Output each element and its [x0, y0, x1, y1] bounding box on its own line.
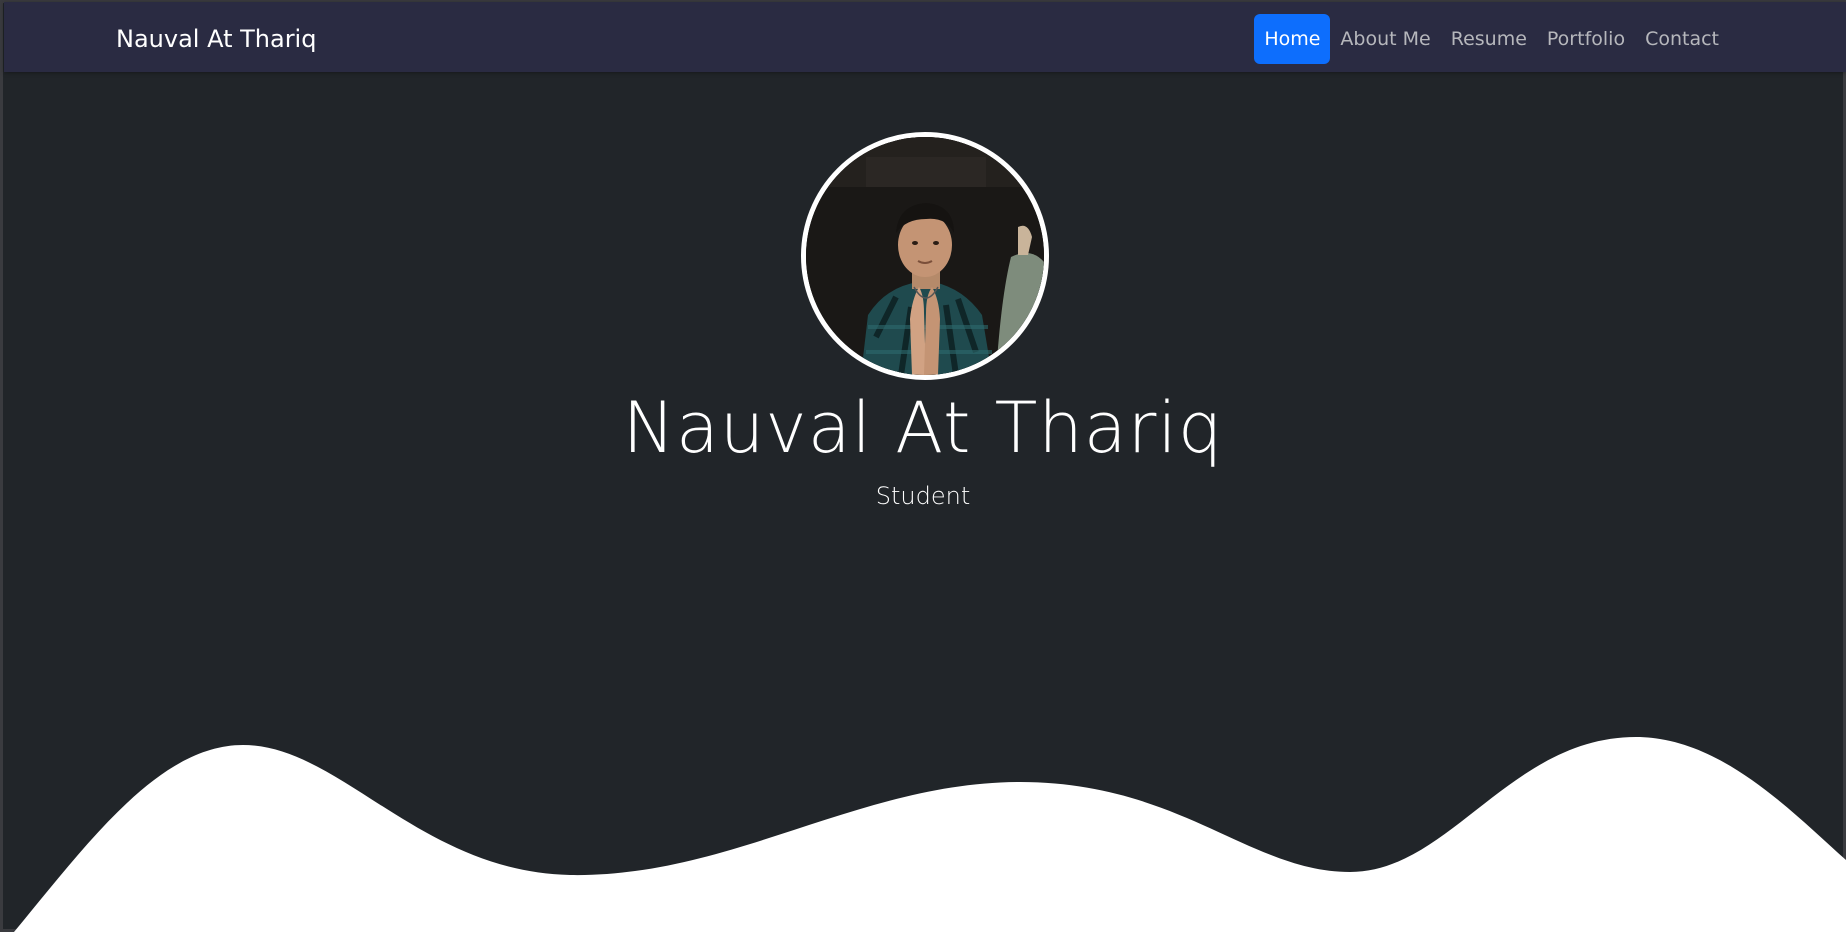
hero-wave: [14, 737, 1846, 932]
page-frame: Nauval At Thariq Home About Me Resume Po…: [0, 0, 1846, 932]
